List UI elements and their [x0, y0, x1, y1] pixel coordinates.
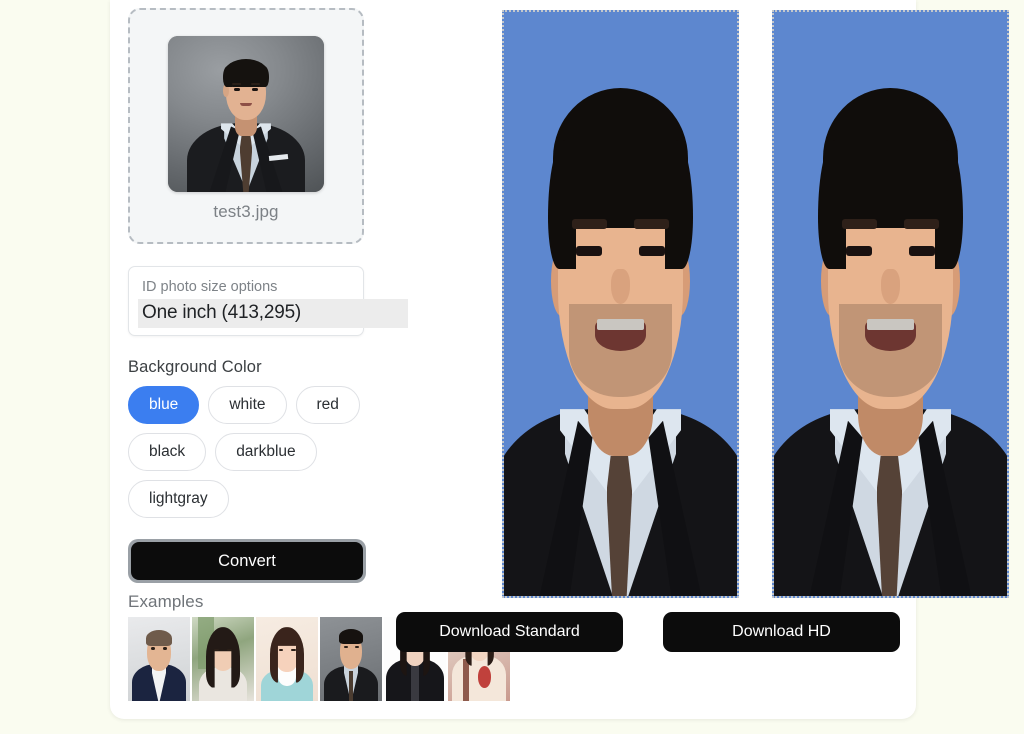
color-chip-lightgray[interactable]: lightgray — [128, 480, 229, 518]
background-color-options: blue white red black darkblue lightgray — [128, 386, 368, 518]
preview-hd[interactable] — [772, 10, 1009, 598]
color-chip-white[interactable]: white — [208, 386, 287, 424]
uploaded-filename: test3.jpg — [213, 202, 279, 221]
download-standard-button[interactable]: Download Standard — [396, 612, 623, 652]
controls-column: test3.jpg ID photo size options One inch… — [128, 8, 510, 701]
example-thumbnail[interactable] — [256, 617, 318, 701]
upload-dropzone[interactable]: test3.jpg — [128, 8, 364, 244]
background-color-label: Background Color — [128, 358, 262, 376]
color-chip-darkblue[interactable]: darkblue — [215, 433, 317, 471]
id-photo-size-select[interactable]: ID photo size options One inch (413,295) — [128, 266, 408, 336]
uploaded-image-thumbnail[interactable] — [168, 36, 324, 192]
preview-standard[interactable] — [502, 10, 739, 598]
select-selected-value[interactable]: One inch (413,295) — [142, 302, 301, 324]
convert-button[interactable]: Convert — [131, 542, 363, 580]
color-chip-blue[interactable]: blue — [128, 386, 200, 424]
example-thumbnail[interactable] — [192, 617, 254, 701]
examples-label: Examples — [128, 592, 204, 611]
id-photo-standard-illustration — [504, 12, 737, 596]
id-photo-hd-illustration — [774, 12, 1007, 596]
example-thumbnail[interactable] — [320, 617, 382, 701]
uploaded-portrait-illustration — [168, 36, 324, 192]
example-thumbnail[interactable] — [128, 617, 190, 701]
download-hd-button[interactable]: Download HD — [663, 612, 900, 652]
select-label: ID photo size options — [142, 279, 278, 295]
color-chip-red[interactable]: red — [295, 386, 360, 424]
examples-strip — [128, 617, 510, 701]
convert-button-focus-ring: Convert — [128, 539, 366, 583]
main-card: test3.jpg ID photo size options One inch… — [110, 0, 1009, 719]
color-chip-black[interactable]: black — [128, 433, 207, 471]
